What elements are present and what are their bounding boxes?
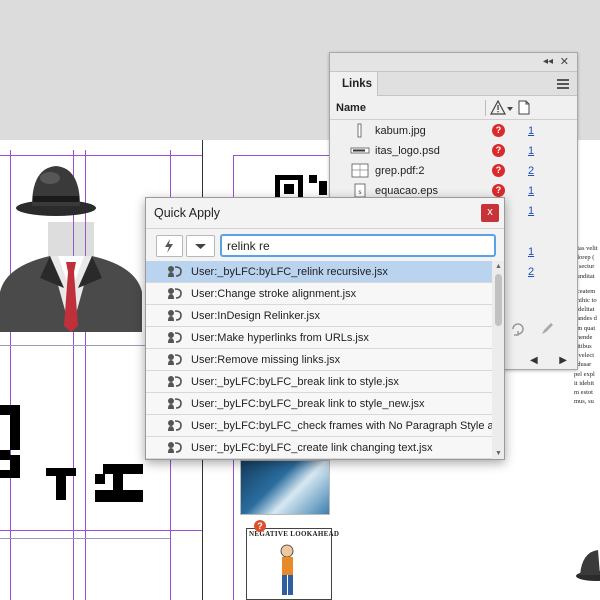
eps-thumbnail-icon: s <box>354 183 366 198</box>
dialog-title: Quick Apply <box>154 206 221 220</box>
missing-link-icon: ? <box>492 184 505 197</box>
column-divider <box>485 100 486 116</box>
link-page-number[interactable]: 2 <box>528 266 534 278</box>
link-row[interactable]: kabum.jpg ? 1 <box>330 121 577 141</box>
tab-links[interactable]: Links <box>330 72 378 96</box>
list-item-label: User:InDesign Relinker.jsx <box>191 310 320 322</box>
link-page-number[interactable]: 1 <box>528 205 534 217</box>
close-button[interactable]: x <box>481 204 499 222</box>
link-row[interactable]: grep.pdf:2 ? 2 <box>330 161 577 181</box>
list-item-label: User:_byLFC:byLFC_break link to style_ne… <box>191 398 425 410</box>
margin-guide <box>10 150 11 600</box>
script-icon <box>168 310 182 321</box>
placed-image[interactable] <box>240 460 330 515</box>
psd-thumbnail-icon <box>350 147 370 154</box>
link-name: itas_logo.psd <box>375 145 440 157</box>
list-item-label: User:_byLFC:byLFC_check frames with No P… <box>191 420 504 432</box>
quick-apply-options-button[interactable] <box>156 235 183 257</box>
text-line: it idebit <box>574 379 595 387</box>
script-icon <box>168 332 182 343</box>
text-line: pel expl <box>574 370 595 378</box>
relink-icon[interactable] <box>510 321 558 337</box>
svg-text:s: s <box>359 190 362 196</box>
list-item[interactable]: User:InDesign Relinker.jsx <box>146 305 492 327</box>
column-guide <box>85 150 86 600</box>
svg-text:?: ? <box>257 521 263 531</box>
list-item[interactable]: User:Change stroke alignment.jsx <box>146 283 492 305</box>
link-page-number[interactable]: 1 <box>528 246 534 258</box>
link-page-number[interactable]: 1 <box>528 145 534 157</box>
script-icon <box>168 266 182 277</box>
collapse-panel-icon[interactable]: ◂◂ <box>543 56 553 67</box>
link-page-number[interactable]: 1 <box>528 185 534 197</box>
chevron-down-icon <box>195 244 206 249</box>
scrollbar-thumb[interactable] <box>495 274 502 326</box>
link-name: kabum.jpg <box>375 125 426 137</box>
bowler-hat-image <box>16 166 96 216</box>
column-guide <box>73 150 74 600</box>
suit-image <box>0 222 142 332</box>
pdf-thumbnail-icon <box>351 163 369 178</box>
list-item-label: User:Change stroke alignment.jsx <box>191 288 357 300</box>
lightning-icon <box>165 239 173 253</box>
text-line: m estot <box>574 389 593 397</box>
status-sort-icon[interactable] <box>490 100 514 116</box>
links-header-row: Name <box>330 96 577 120</box>
script-icon <box>168 354 182 365</box>
cartoon-figure-image <box>280 544 294 595</box>
panel-tab-bar: Links <box>330 72 577 96</box>
column-header-name[interactable]: Name <box>336 102 366 114</box>
margin-guide <box>233 155 331 156</box>
script-icon <box>168 398 182 409</box>
page-column-icon[interactable] <box>518 100 530 115</box>
frame-edge <box>0 538 170 539</box>
next-link-icon[interactable]: ▶ <box>559 355 567 366</box>
missing-link-warning-icon[interactable]: ? <box>254 520 266 532</box>
missing-link-icon: ? <box>492 144 505 157</box>
list-item[interactable]: User:Remove missing links.jsx <box>146 349 492 371</box>
link-navigation: ◀ ▶ <box>530 355 567 366</box>
list-item[interactable]: User:_byLFC:byLFC_relink recursive.jsx <box>146 261 492 283</box>
pixel-art-image <box>0 405 143 502</box>
negative-lookahead-frame[interactable]: NEGATIVE LOOKAHEAD <box>246 528 339 600</box>
previous-link-icon[interactable]: ◀ <box>530 355 538 366</box>
text-line: mus, su <box>574 398 594 406</box>
list-item-label: User:_byLFC:byLFC_relink recursive.jsx <box>191 266 388 278</box>
list-item-label: User:_byLFC:byLFC_create link changing t… <box>191 442 433 454</box>
margin-guide <box>0 530 202 531</box>
panel-title-bar[interactable]: ◂◂ ✕ <box>330 53 577 72</box>
bowler-hat-image <box>576 550 600 581</box>
results-list: User:_byLFC:byLFC_relink recursive.jsx U… <box>146 261 504 459</box>
list-item-label: User:Make hyperlinks from URLs.jsx <box>191 332 369 344</box>
quick-apply-search-input[interactable] <box>220 234 496 257</box>
link-page-number[interactable]: 2 <box>528 165 534 177</box>
link-name: grep.pdf:2 <box>375 165 425 177</box>
quick-apply-dialog[interactable]: Quick Apply x User:_byLFC:byLFC_relink r… <box>145 197 505 460</box>
missing-link-icon: ? <box>492 124 505 137</box>
list-item-label: User:_byLFC:byLFC_break link to style.js… <box>191 376 399 388</box>
scroll-down-icon[interactable]: ▼ <box>495 450 502 457</box>
panel-menu-icon[interactable] <box>557 79 569 89</box>
margin-guide <box>0 155 202 156</box>
list-item[interactable]: User:_byLFC:byLFC_break link to style_ne… <box>146 393 492 415</box>
filter-dropdown-button[interactable] <box>186 235 215 257</box>
script-icon <box>168 376 182 387</box>
scrollbar[interactable]: ▲ ▼ <box>492 261 504 459</box>
script-icon <box>168 288 182 299</box>
scroll-up-icon[interactable]: ▲ <box>495 263 502 270</box>
divider <box>146 228 504 229</box>
script-icon <box>168 420 182 431</box>
close-panel-icon[interactable]: ✕ <box>560 55 569 68</box>
list-item[interactable]: User:_byLFC:byLFC_check frames with No P… <box>146 415 504 437</box>
jpg-thumbnail-icon <box>357 123 362 138</box>
list-item[interactable]: User:_byLFC:byLFC_break link to style.js… <box>146 371 492 393</box>
script-icon <box>168 442 182 453</box>
link-row[interactable]: itas_logo.psd ? 1 <box>330 141 577 161</box>
list-item-label: User:Remove missing links.jsx <box>191 354 341 366</box>
link-page-number[interactable]: 1 <box>528 125 534 137</box>
link-name: equacao.eps <box>375 185 438 197</box>
list-item[interactable]: User:_byLFC:byLFC_create link changing t… <box>146 437 492 459</box>
missing-link-icon: ? <box>492 164 505 177</box>
list-item[interactable]: User:Make hyperlinks from URLs.jsx <box>146 327 492 349</box>
